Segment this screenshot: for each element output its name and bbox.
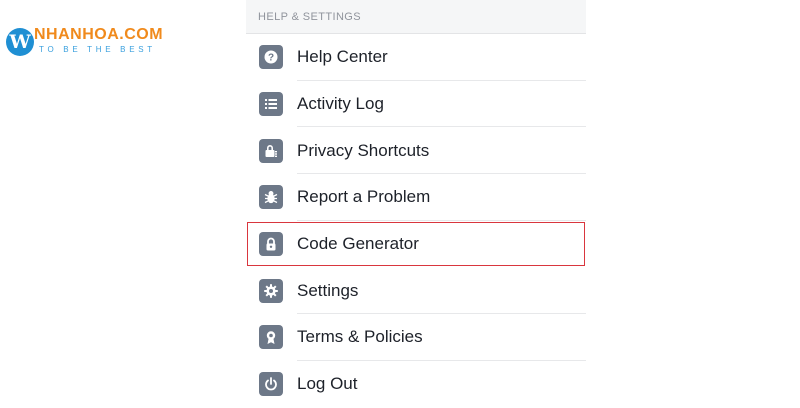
menu-item-label: Activity Log (297, 94, 384, 114)
svg-text:?: ? (268, 53, 274, 64)
bug-icon (259, 185, 283, 210)
menu-item-label: Terms & Policies (297, 327, 423, 347)
privacy-lock-icon (259, 138, 283, 163)
section-header: HELP & SETTINGS (246, 0, 586, 34)
help-icon: ? (259, 45, 283, 70)
menu-item-privacy-shortcuts[interactable]: Privacy Shortcuts (246, 127, 586, 174)
help-settings-panel: HELP & SETTINGS ? Help Center Activity L… (246, 0, 586, 400)
nhanhoa-logo: W NHANHOA.COM TO BE THE BEST (6, 26, 176, 60)
logo-brand-text: NHANHOA.COM (34, 26, 164, 43)
menu-item-help-center[interactable]: ? Help Center (246, 34, 586, 81)
menu-item-label: Report a Problem (297, 187, 431, 207)
power-icon (259, 372, 283, 397)
menu-item-terms-policies[interactable]: Terms & Policies (246, 314, 586, 361)
menu-item-label: Help Center (297, 47, 388, 67)
logo-tagline: TO BE THE BEST (39, 45, 156, 54)
badge-icon (259, 325, 283, 350)
gear-icon (259, 278, 283, 303)
settings-menu: ? Help Center Activity Log Privacy Short… (246, 34, 586, 408)
menu-item-activity-log[interactable]: Activity Log (246, 81, 586, 128)
menu-item-label: Settings (297, 280, 359, 300)
menu-item-settings[interactable]: Settings (246, 267, 586, 314)
menu-item-log-out[interactable]: Log Out (246, 361, 586, 408)
menu-item-code-generator[interactable]: Code Generator (246, 221, 586, 268)
menu-item-label: Code Generator (297, 234, 419, 254)
menu-item-label: Log Out (297, 374, 358, 394)
menu-item-report-a-problem[interactable]: Report a Problem (246, 174, 586, 221)
logo-mark: W (6, 28, 34, 56)
padlock-icon (259, 232, 283, 257)
list-icon (259, 92, 283, 117)
menu-item-label: Privacy Shortcuts (297, 140, 430, 160)
